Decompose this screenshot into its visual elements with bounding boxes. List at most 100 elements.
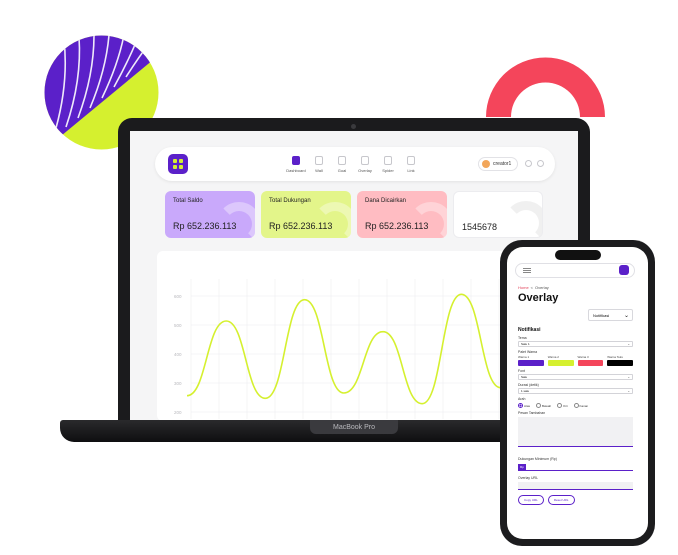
target-icon bbox=[338, 156, 346, 165]
y-tick-label: 300 bbox=[174, 381, 182, 386]
swatch-3[interactable]: Warna 3 bbox=[577, 355, 604, 366]
radio-label: Bawah bbox=[542, 403, 552, 408]
card-title: Total Dukungan bbox=[269, 198, 311, 204]
card-count: 1545678 bbox=[453, 191, 543, 238]
currency-tag: Rp bbox=[518, 463, 526, 470]
nav-link[interactable]: Link bbox=[397, 156, 425, 173]
arah-radio-group: Atas Bawah Kiri Kanan bbox=[518, 403, 633, 408]
minimum-input[interactable]: Rp bbox=[518, 463, 633, 471]
series-line bbox=[186, 293, 541, 405]
swatch-color[interactable] bbox=[607, 360, 633, 366]
swatch-4[interactable]: Warna Teks bbox=[607, 355, 633, 366]
app-logo[interactable] bbox=[168, 154, 188, 174]
reset-url-button[interactable]: Reset URL bbox=[547, 495, 575, 505]
swatch-2[interactable]: Warna 2 bbox=[547, 355, 574, 366]
swirl-decoration bbox=[313, 202, 351, 238]
y-tick-label: 600 bbox=[174, 294, 182, 299]
tema-label: Tema bbox=[518, 336, 527, 340]
home-icon bbox=[384, 156, 392, 165]
nav-label: Overlay bbox=[358, 168, 372, 173]
swirl-decoration bbox=[217, 202, 255, 238]
chart-panel: 600 500 400 300 200 bbox=[157, 251, 541, 421]
swatch-label: Warna 2 bbox=[547, 355, 559, 359]
form-heading: Notifikasi bbox=[518, 327, 541, 333]
swatch-label: Warna 1 bbox=[518, 355, 530, 359]
radio-atas[interactable]: Atas bbox=[518, 403, 530, 408]
swatch-color[interactable] bbox=[547, 360, 574, 366]
radio-dot bbox=[518, 403, 523, 408]
hamburger-menu-icon[interactable] bbox=[523, 268, 531, 273]
user-menu[interactable]: creator1 bbox=[478, 157, 518, 171]
copy-url-button[interactable]: Copy URL bbox=[518, 495, 544, 505]
username: creator1 bbox=[493, 161, 512, 167]
swirl-decoration bbox=[409, 202, 447, 238]
chevron-down-icon: ⌄ bbox=[623, 312, 629, 319]
durasi-select[interactable]: 1 satu ⌄ bbox=[518, 388, 633, 394]
avatar bbox=[482, 160, 490, 168]
color-palette: Warna 1 Warna 2 Warna 3 Warna Teks bbox=[518, 355, 633, 366]
y-tick-label: 400 bbox=[174, 352, 182, 357]
page-title: Overlay bbox=[518, 292, 559, 304]
nav-label: Spider bbox=[382, 168, 394, 173]
swirl-decoration bbox=[504, 201, 542, 237]
pesan-textarea[interactable] bbox=[518, 417, 633, 447]
phone-topbar bbox=[515, 263, 635, 278]
coral-arc-decoration bbox=[486, 57, 605, 117]
card-value: 1545678 bbox=[462, 222, 498, 232]
document-icon bbox=[315, 156, 323, 165]
radio-label: Kanan bbox=[579, 403, 589, 408]
nav-label: Link bbox=[407, 168, 415, 173]
font-select[interactable]: Satu ⌄ bbox=[518, 374, 633, 380]
tag-icon bbox=[361, 156, 369, 165]
font-value: Satu bbox=[521, 375, 528, 379]
bar-chart-icon bbox=[292, 156, 300, 165]
phone-dynamic-island bbox=[555, 250, 601, 260]
chevron-down-icon: ⌄ bbox=[627, 375, 630, 379]
palet-label: Palet Warna bbox=[518, 350, 538, 354]
logout-icon[interactable] bbox=[537, 160, 544, 167]
pesan-label: Pesan Tambahan bbox=[518, 411, 546, 415]
notification-form: Notifikasi Tema Satu 1 ⌄ Palet Warna War… bbox=[518, 327, 633, 534]
swatch-color[interactable] bbox=[518, 360, 544, 366]
card-total-dukungan: Total Dukungan Rp 652.236.113 bbox=[261, 191, 351, 238]
swatch-color[interactable] bbox=[577, 360, 604, 366]
radio-label: Atas bbox=[524, 403, 531, 408]
radio-kanan[interactable]: Kanan bbox=[573, 403, 589, 408]
durasi-value: 1 satu bbox=[521, 389, 530, 393]
radio-dot bbox=[557, 403, 563, 408]
radio-label: Kiri bbox=[563, 403, 568, 408]
swatch-1[interactable]: Warna 1 bbox=[518, 355, 544, 366]
card-value: Rp 652.236.113 bbox=[365, 221, 429, 231]
overlay-url-field[interactable] bbox=[518, 482, 633, 490]
breadcrumb-current: Overlay bbox=[535, 285, 549, 290]
laptop-model-label: MacBook Pro bbox=[332, 424, 376, 431]
swatch-label: Warna 3 bbox=[577, 355, 589, 359]
y-tick-label: 200 bbox=[174, 410, 182, 415]
logo-knot-icon bbox=[173, 159, 183, 169]
breadcrumb-home[interactable]: Home bbox=[518, 285, 529, 290]
card-title: Dana Dicairkan bbox=[365, 198, 407, 204]
card-value: Rp 652.236.113 bbox=[269, 221, 333, 231]
card-dana-dicairkan: Dana Dicairkan Rp 652.236.113 bbox=[357, 191, 447, 238]
breadcrumb-separator: < bbox=[530, 285, 534, 290]
radio-bawah[interactable]: Bawah bbox=[536, 403, 551, 408]
radio-dot bbox=[536, 403, 542, 408]
tema-select[interactable]: Satu 1 ⌄ bbox=[518, 341, 633, 347]
notification-icon[interactable] bbox=[525, 160, 532, 167]
arah-label: Arah bbox=[518, 397, 526, 401]
radio-kiri[interactable]: Kiri bbox=[557, 403, 568, 408]
line-chart: 600 500 400 300 200 bbox=[174, 279, 541, 419]
laptop-camera bbox=[351, 124, 356, 129]
card-value: Rp 652.236.113 bbox=[173, 221, 237, 231]
phone-app-logo[interactable] bbox=[619, 265, 629, 275]
overlay-type-select[interactable]: Notifikasi ⌄ bbox=[588, 309, 633, 321]
font-label: Font bbox=[518, 369, 526, 373]
tema-value: Satu 1 bbox=[521, 342, 530, 346]
select-value: Notifikasi bbox=[593, 312, 610, 318]
chevron-down-icon: ⌄ bbox=[627, 389, 630, 393]
card-total-saldo: Total Saldo Rp 652.236.113 bbox=[165, 191, 255, 238]
pen-icon bbox=[407, 156, 415, 165]
card-title: Total Saldo bbox=[173, 198, 203, 204]
chevron-down-icon: ⌄ bbox=[627, 342, 630, 346]
nav-label: Goal bbox=[337, 168, 347, 173]
